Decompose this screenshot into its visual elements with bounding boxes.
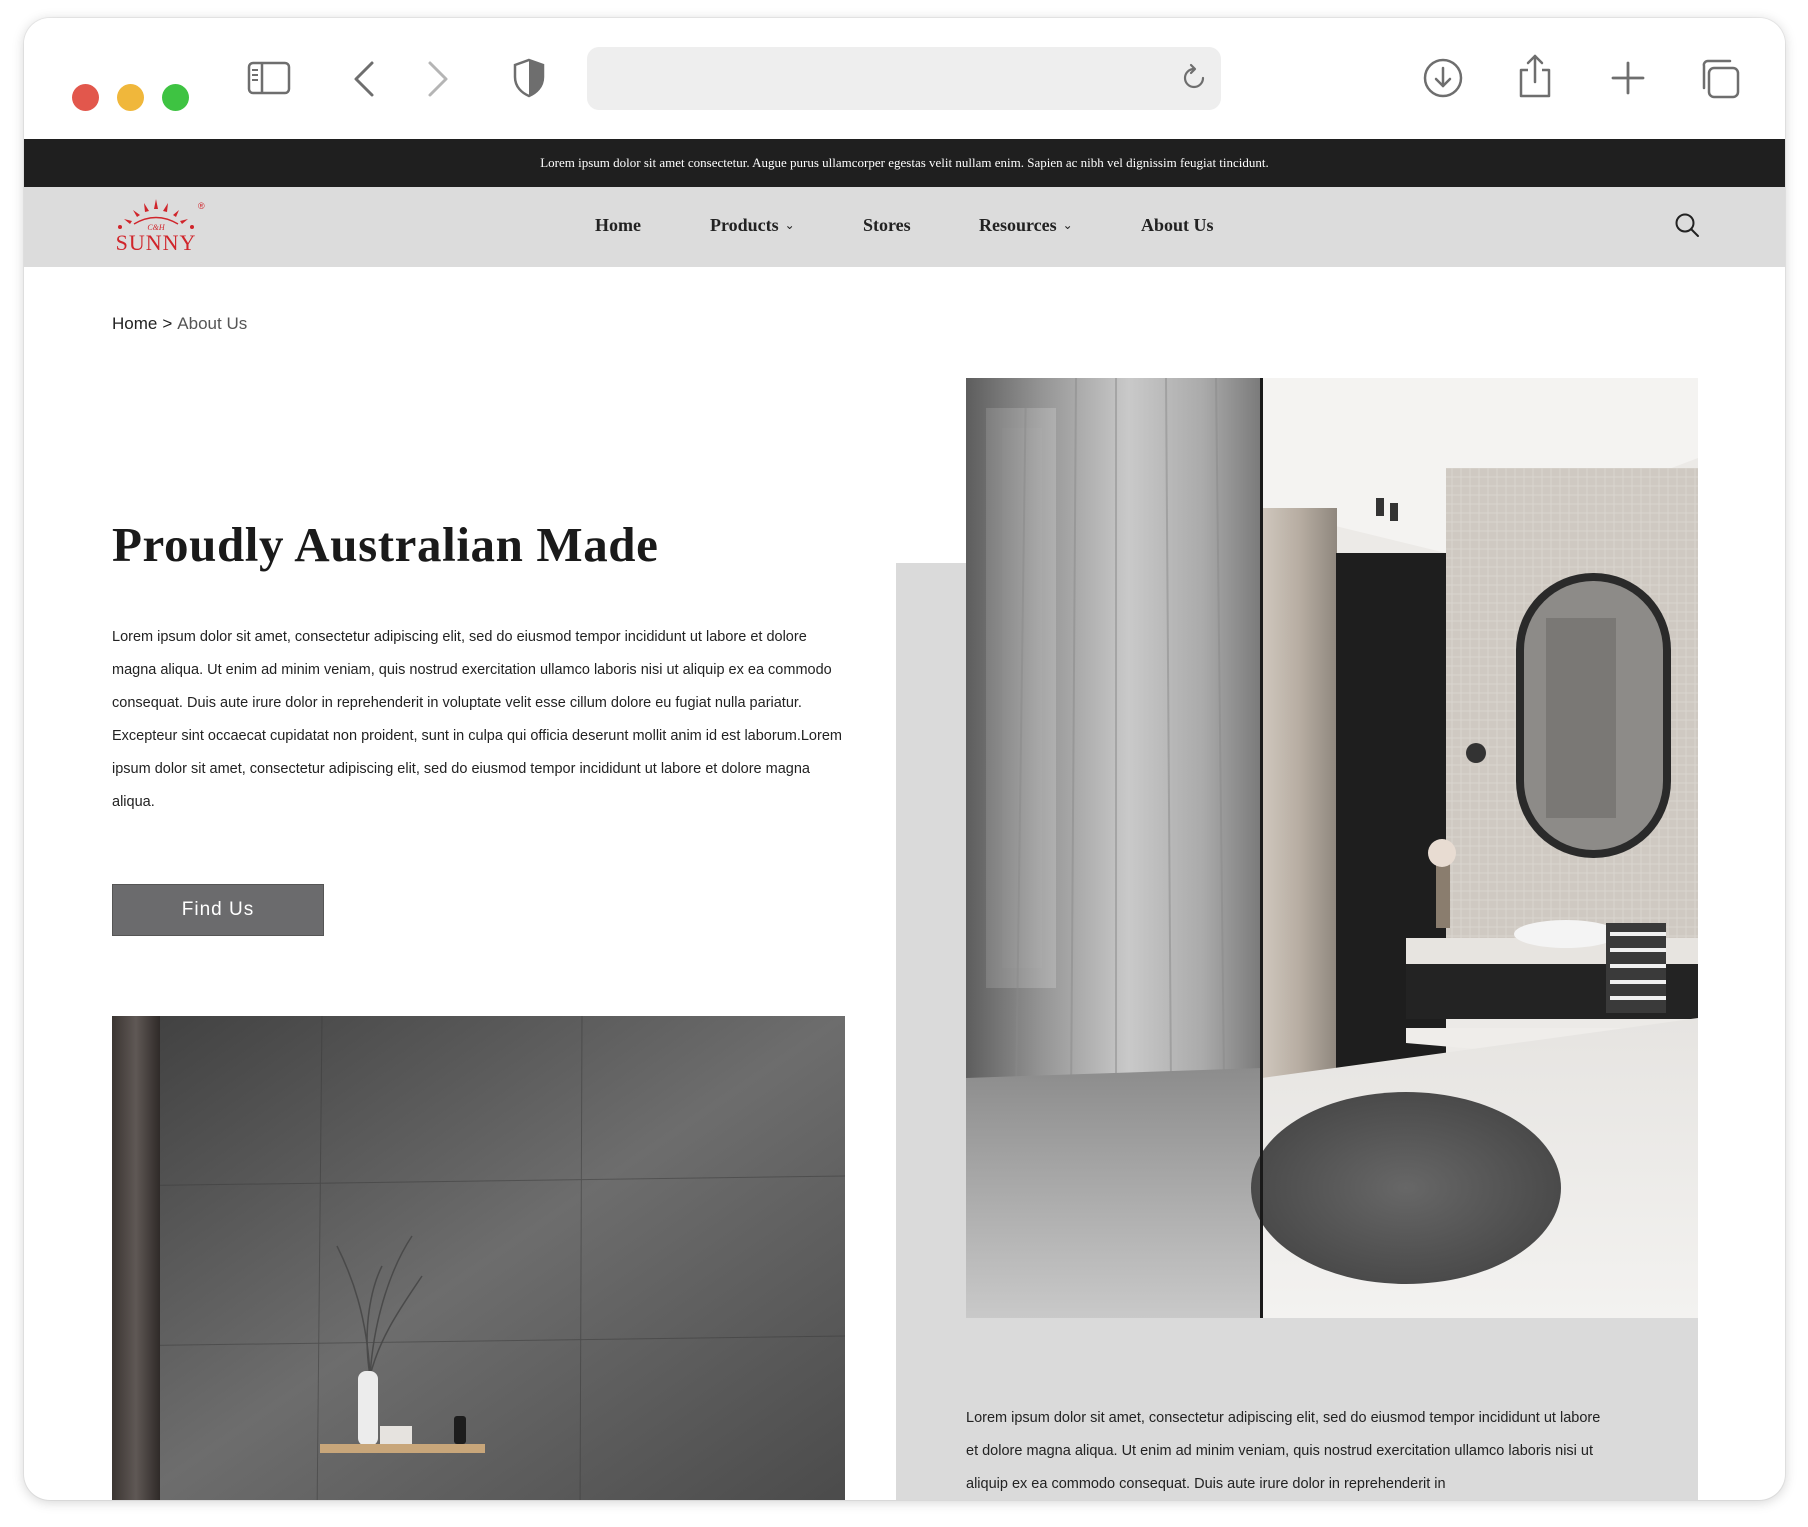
nav-item-label: Stores [863,215,911,235]
logo-brand-text: SUNNY [116,230,197,255]
shield-icon[interactable] [512,58,546,98]
breadcrumb-home-link[interactable]: Home [112,314,157,333]
nav-item-stores[interactable]: Stores [863,215,911,236]
tabs-icon[interactable] [1699,58,1741,100]
intro-paragraph: Lorem ipsum dolor sit amet, consectetur … [112,629,842,810]
sunny-logo[interactable]: ® C&H SUNNY [112,197,212,255]
browser-toolbar [24,18,1785,139]
find-us-button-label: Find Us [181,899,255,920]
chevron-down-icon: ⌄ [1062,218,1073,232]
breadcrumb-current: About Us [177,314,248,333]
address-bar[interactable] [587,47,1221,110]
nav-item-label: Home [595,215,641,235]
registered-mark: ® [198,201,205,211]
minimize-window-button[interactable] [117,84,144,111]
close-window-button[interactable] [72,84,99,111]
chevron-down-icon: ⌄ [784,218,795,232]
forward-icon[interactable] [426,60,450,98]
new-tab-icon[interactable] [1610,60,1646,96]
search-icon[interactable] [1673,211,1701,244]
nav-item-label: About Us [1141,215,1214,235]
concrete-wall-photo [112,1016,845,1500]
maximize-window-button[interactable] [162,84,189,111]
nav-item-label: Products [710,215,779,235]
site-navigation: ® C&H SUNNY Home Products ⌄ Stores Resour… [24,187,1785,267]
nav-item-home[interactable]: Home [595,215,641,236]
download-icon[interactable] [1422,57,1464,99]
find-us-button[interactable]: Find Us [112,884,324,936]
nav-item-about-us[interactable]: About Us [1141,215,1214,236]
sidebar-icon[interactable] [247,61,291,95]
panel-paragraph: Lorem ipsum dolor sit amet, consectetur … [966,1410,1601,1492]
announcement-bar: Lorem ipsum dolor sit amet consectetur. … [24,139,1785,187]
announcement-text: Lorem ipsum dolor sit amet consectetur. … [540,155,1269,170]
back-icon[interactable] [352,60,376,98]
browser-window: Lorem ipsum dolor sit amet consectetur. … [24,18,1785,1500]
nav-item-products[interactable]: Products ⌄ [710,215,795,236]
page-title: Proudly Australian Made [112,517,659,572]
nav-item-label: Resources [979,215,1057,235]
nav-item-resources[interactable]: Resources ⌄ [979,215,1073,236]
reload-icon[interactable] [1179,63,1209,98]
breadcrumb-separator: > [162,314,173,333]
bathroom-photo [966,378,1698,1318]
share-icon[interactable] [1516,53,1554,99]
breadcrumb: Home > About Us [112,314,247,334]
